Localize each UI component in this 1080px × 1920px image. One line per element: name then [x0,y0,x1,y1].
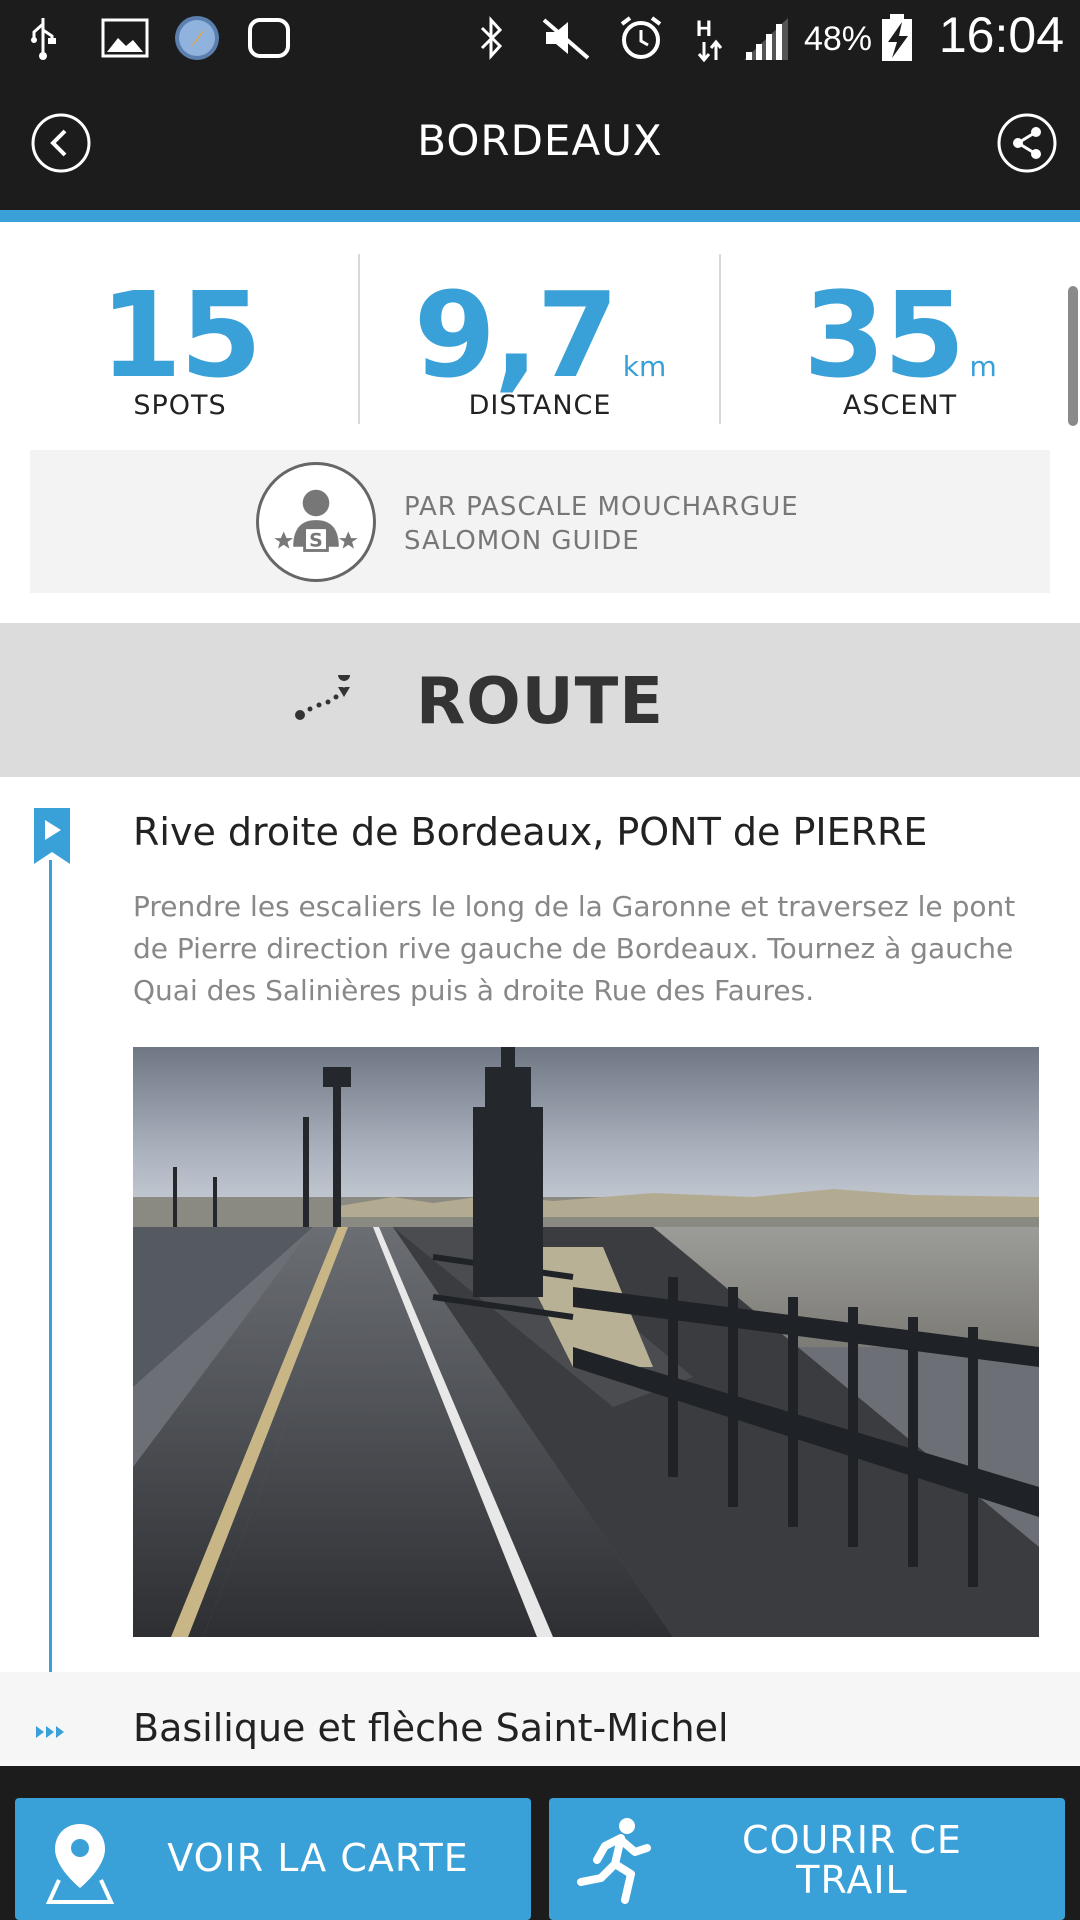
battery-charging-icon [882,14,912,61]
watch-icon [248,18,290,58]
run-trail-label-line-1: COURIR CE [742,1818,962,1862]
page-title: BORDEAUX [417,116,663,165]
stat-ascent-unit: m [969,350,997,383]
map-pin-icon [45,1824,115,1904]
author-name: PAR PASCALE MOUCHARGUE [404,492,799,522]
usb-icon [31,18,56,60]
stat-ascent: 35 m ASCENT [720,222,1080,432]
run-trail-button[interactable]: COURIR CE TRAIL [549,1798,1065,1920]
signal-icon [744,18,788,60]
run-trail-label-line-2: TRAIL [796,1858,908,1902]
compass-app-icon [175,16,219,60]
status-time: 16:04 [938,7,1064,63]
route-section-header: ROUTE [0,623,1080,777]
battery-percent: 48% [803,20,872,58]
stats-row: 15 SPOTS 9,7 km DISTANCE 35 m ASCENT [0,222,1080,432]
accent-line [0,210,1080,222]
stat-spots-label: SPOTS [133,390,227,421]
start-flag-icon [34,808,70,864]
view-map-button[interactable]: VOIR LA CARTE [15,1798,531,1920]
step-description: Prendre les escaliers le long de la Garo… [133,890,1016,1007]
app-bar: BORDEAUX [0,76,1080,210]
svg-text:H: H [696,16,712,41]
stat-distance-label: DISTANCE [468,390,612,421]
stat-ascent-value: 35 [803,266,965,404]
salomon-guide-badge-icon: S [256,462,376,582]
step-photo[interactable] [133,1047,1039,1637]
gallery-icon [101,18,149,58]
author-card[interactable]: S PAR PASCALE MOUCHARGUE SALOMON GUIDE [30,450,1050,593]
stat-distance-value: 9,7 [413,266,619,404]
pont-de-pierre-photo [133,1047,1039,1637]
timeline-line [49,860,52,1760]
stat-spots-value: 15 [99,266,262,404]
svg-text:S: S [309,530,323,552]
waypoint-icon [36,1726,64,1738]
route-title: ROUTE [415,665,665,739]
mute-icon [542,18,590,60]
stat-distance: 9,7 km DISTANCE [360,222,720,432]
runner-icon [577,1818,651,1904]
stat-spots: 15 SPOTS [0,222,360,432]
stat-distance-unit: km [622,350,667,383]
scrollbar[interactable] [1068,286,1078,426]
view-map-label: VOIR LA CARTE [167,1836,469,1880]
author-role: SALOMON GUIDE [404,526,640,556]
stat-ascent-label: ASCENT [842,390,958,421]
step-title[interactable]: Rive droite de Bordeaux, PONT de PIERRE [133,810,927,854]
status-bar: H 48% 16:04 [0,0,1080,76]
bluetooth-icon [480,16,503,60]
alarm-icon [620,16,662,59]
share-icon[interactable] [996,112,1058,174]
step-2-title[interactable]: Basilique et flèche Saint-Michel [133,1706,729,1750]
network-h-icon: H [696,16,723,62]
